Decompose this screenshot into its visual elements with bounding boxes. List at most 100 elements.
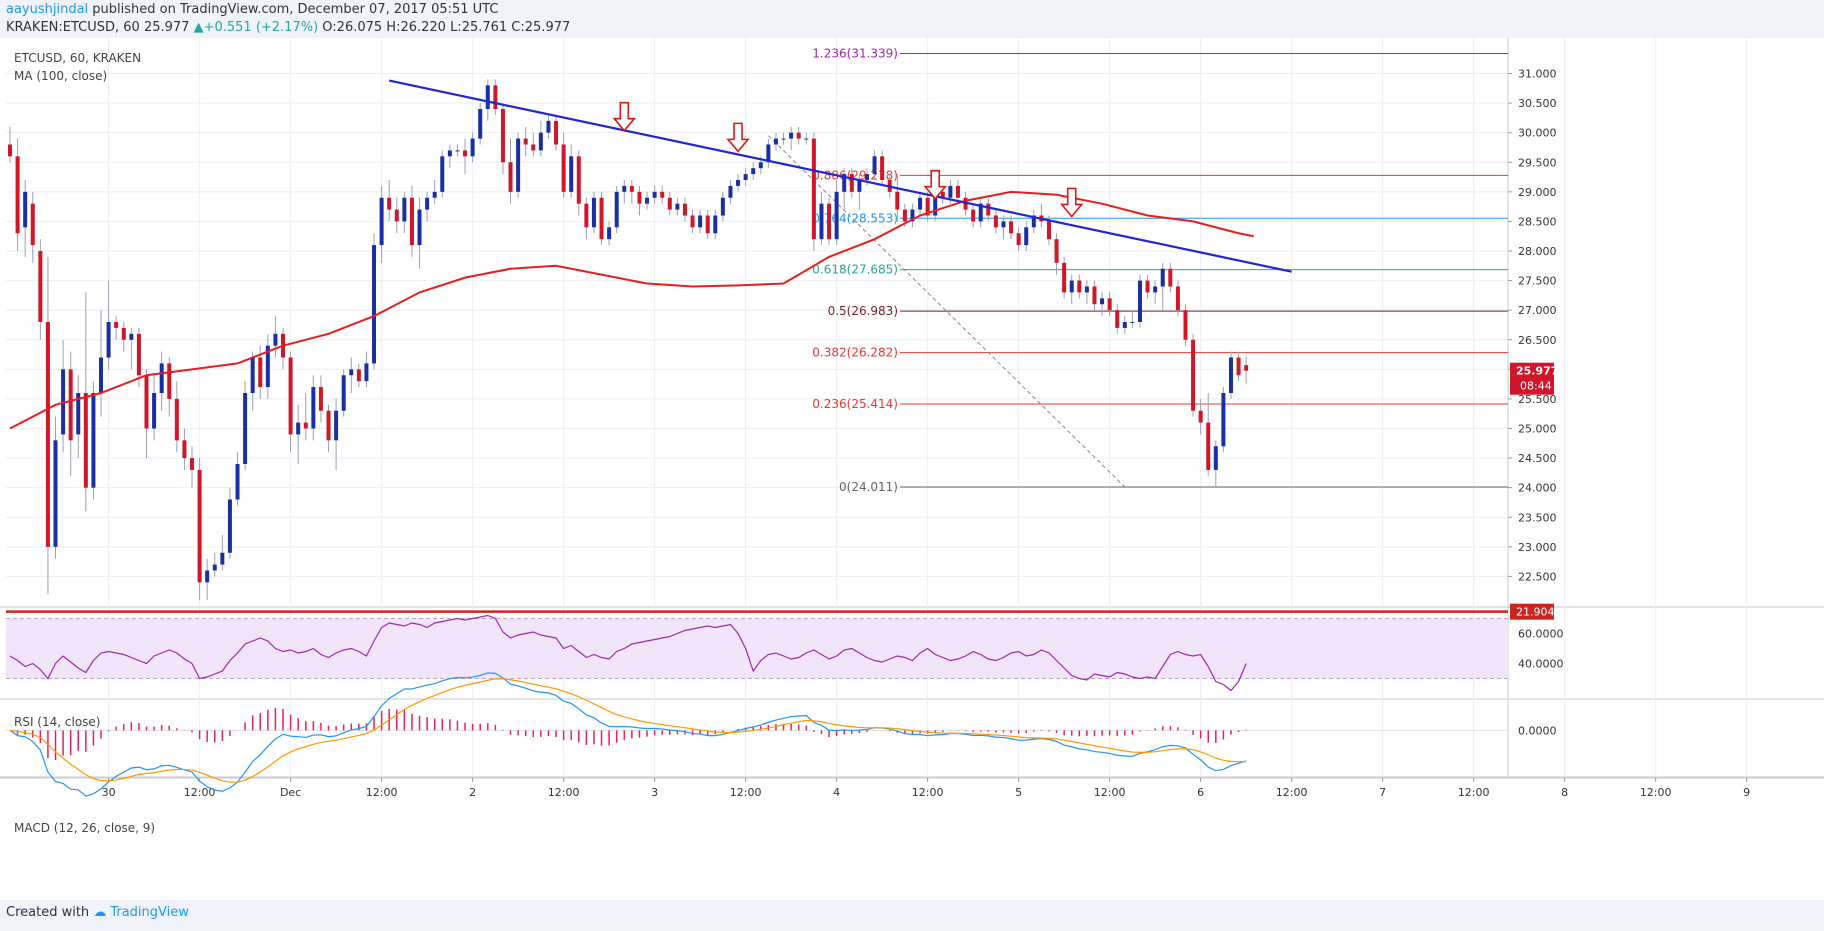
candle-body <box>918 197 923 210</box>
rsi-label: RSI (14, close) <box>14 715 100 729</box>
candle-body <box>720 197 725 216</box>
candle-body <box>387 197 392 210</box>
candle-body <box>15 156 20 234</box>
y-tick-label: 25.500 <box>1518 393 1557 406</box>
candle-body <box>296 422 301 435</box>
macd-tick-label: 0.0000 <box>1518 724 1557 737</box>
x-tick-label: 8 <box>1561 786 1568 799</box>
fib-level-label: 0.236(25.414) <box>812 397 898 411</box>
candle-body <box>986 203 991 216</box>
publish-line: aayushjindal published on TradingView.co… <box>6 1 498 19</box>
candle-body <box>83 393 88 488</box>
candle-body <box>1016 233 1021 246</box>
candle-body <box>1145 280 1150 293</box>
author-link[interactable]: aayushjindal <box>6 2 88 17</box>
candle-body <box>629 185 634 192</box>
countdown-label: 08:44 <box>1520 380 1552 393</box>
candle-body <box>591 197 596 228</box>
candle-body <box>955 185 960 198</box>
candle-body <box>402 197 407 222</box>
candle-body <box>45 322 50 547</box>
candle-body <box>30 203 35 246</box>
y-tick-label: 28.000 <box>1518 245 1557 258</box>
candle-body <box>538 132 543 151</box>
candle-body <box>318 387 323 411</box>
y-tick-label: 30.500 <box>1518 97 1557 110</box>
candle-body <box>53 440 58 547</box>
candle-body <box>114 322 119 328</box>
candle-body <box>743 174 748 180</box>
candle-body <box>637 191 642 204</box>
rsi-band-fill <box>6 618 1508 679</box>
y-tick-label: 30.000 <box>1518 127 1557 140</box>
candle-body <box>1107 298 1112 311</box>
candle-body <box>91 393 96 488</box>
candle-body <box>273 333 278 346</box>
candle-body <box>880 156 885 180</box>
x-tick-label: Dec <box>280 786 301 799</box>
candle-body <box>789 132 794 139</box>
candle-body <box>516 138 521 192</box>
x-tick-label: 12:00 <box>912 786 944 799</box>
x-tick-label: 2 <box>469 786 476 799</box>
candle-body <box>713 215 718 234</box>
candle-body <box>205 570 210 583</box>
candle-body <box>38 251 43 322</box>
candle-body <box>1244 365 1249 371</box>
symbol-line: KRAKEN:ETCUSD, 60 25.977 ▲+0.551 (+2.17%… <box>6 19 570 37</box>
candle-body <box>1062 262 1067 293</box>
candle-body <box>599 197 604 240</box>
candle-body <box>1221 393 1226 447</box>
tradingview-link[interactable]: TradingView <box>110 905 189 920</box>
candle-body <box>576 156 581 204</box>
candle-body <box>1001 221 1006 228</box>
candle-body <box>1183 310 1188 340</box>
candle-body <box>326 410 331 441</box>
candle-body <box>1137 280 1142 322</box>
candle-body <box>1213 446 1218 470</box>
candle-body <box>508 162 513 192</box>
published-text: published on TradingView.com, December 0… <box>88 2 499 17</box>
candle-body <box>303 422 308 429</box>
x-tick-label: 12:00 <box>1094 786 1126 799</box>
candle-body <box>690 215 695 228</box>
candle-body <box>682 203 687 216</box>
x-tick-label: 3 <box>651 786 658 799</box>
candle-body <box>447 150 452 157</box>
candle-body <box>546 120 551 133</box>
y-tick-label: 29.000 <box>1518 186 1557 199</box>
up-arrow-icon: ▲ <box>193 20 204 35</box>
candle-body <box>250 357 255 393</box>
candle-body <box>667 197 672 210</box>
candle-body <box>470 138 475 157</box>
candle-body <box>614 191 619 228</box>
candle-body <box>834 191 839 240</box>
candle-body <box>728 185 733 198</box>
candle-body <box>857 180 862 192</box>
y-tick-label: 27.000 <box>1518 304 1557 317</box>
candle-body <box>1228 357 1233 393</box>
candle-body <box>1191 339 1196 411</box>
candle-body <box>993 215 998 228</box>
ohlc-values: O:26.075 H:26.220 L:25.761 C:25.977 <box>318 20 571 35</box>
candle-body <box>1198 410 1203 423</box>
candle-body <box>1122 322 1127 328</box>
x-tick-label: 12:00 <box>548 786 580 799</box>
candle-body <box>569 156 574 192</box>
fib-level-label: 0.764(28.553) <box>812 211 898 225</box>
candle-body <box>1168 268 1173 287</box>
candle-body <box>1206 422 1211 470</box>
candle-body <box>1236 357 1241 376</box>
candle-body <box>409 197 414 246</box>
candle-body <box>523 138 528 145</box>
rsi-tick-label: 40.0000 <box>1518 658 1564 671</box>
chart-canvas[interactable]: 1.236(31.339)0.886(29.278)0.764(28.553)0… <box>0 38 1824 900</box>
candle-body <box>895 191 900 210</box>
candle-body <box>804 138 809 140</box>
candle-body <box>1160 268 1165 287</box>
support-price-tag: 21.904 <box>1510 603 1555 620</box>
candle-body <box>849 174 854 192</box>
candle-body <box>1069 280 1074 293</box>
candle-body <box>645 197 650 204</box>
candle-body <box>364 363 369 382</box>
